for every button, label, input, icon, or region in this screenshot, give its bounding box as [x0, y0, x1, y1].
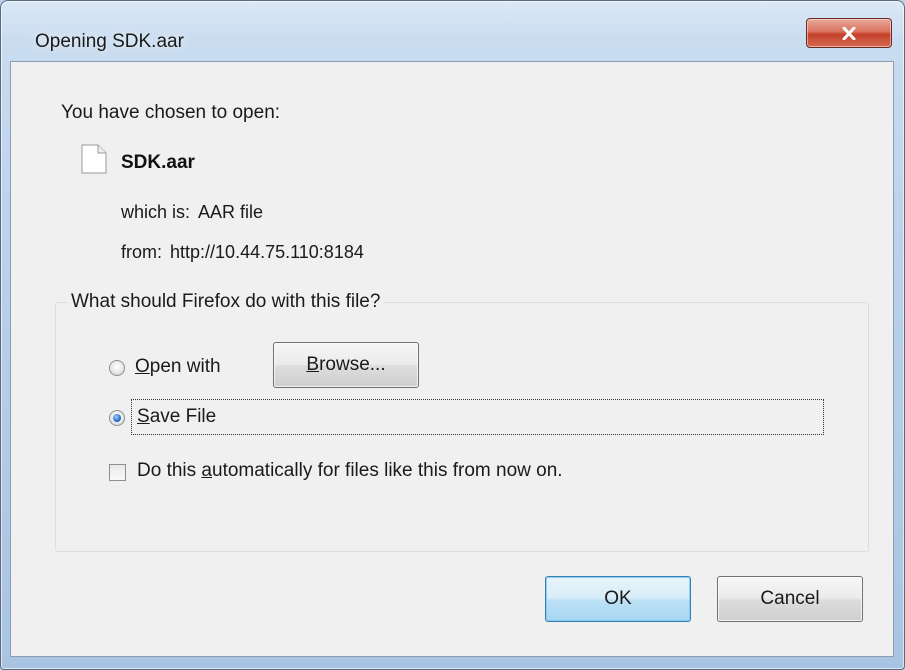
dialog-client-area: You have chosen to open: SDK.aar which i…: [10, 61, 894, 657]
open-with-label[interactable]: Open with: [135, 356, 221, 378]
title-bar[interactable]: Opening SDK.aar: [1, 1, 904, 57]
close-button[interactable]: [806, 18, 892, 48]
chosen-to-open-label: You have chosen to open:: [61, 102, 281, 123]
ok-button[interactable]: OK: [545, 576, 691, 622]
window-title: Opening SDK.aar: [35, 31, 184, 52]
cancel-button[interactable]: Cancel: [717, 576, 863, 622]
action-group-legend: What should Firefox do with this file?: [67, 291, 385, 313]
file-type-value: AAR file: [198, 202, 264, 222]
file-source-row: from: http://10.44.75.110:8184: [121, 242, 364, 263]
file-source-value: http://10.44.75.110:8184: [170, 242, 364, 262]
remember-choice-label[interactable]: Do this automatically for files like thi…: [137, 460, 563, 482]
save-file-label[interactable]: Save File: [137, 406, 216, 428]
save-file-radio[interactable]: [109, 410, 125, 426]
open-with-radio[interactable]: [109, 360, 125, 376]
remember-choice-checkbox[interactable]: [109, 464, 126, 481]
close-icon: [842, 26, 856, 40]
file-type-row: which is: AAR file: [121, 202, 263, 223]
from-label: from:: [121, 242, 163, 262]
browse-button[interactable]: Browse...: [273, 342, 419, 388]
dialog-window: Opening SDK.aar You have chosen to open:…: [0, 0, 905, 670]
save-file-focus-rect: [131, 399, 824, 435]
file-icon: [81, 144, 107, 179]
file-name: SDK.aar: [121, 152, 195, 173]
which-is-label: which is:: [121, 202, 191, 222]
